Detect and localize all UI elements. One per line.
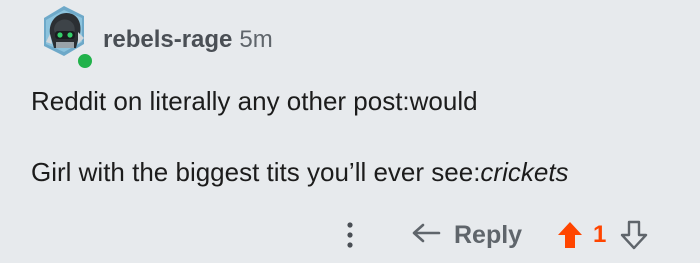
comment-body-line-2: Girl with the biggest tits you’ll ever s… [31,157,569,187]
more-options-icon[interactable] [340,220,360,250]
upvote-arrow-icon[interactable] [556,220,584,250]
comment-body-line-1: Reddit on literally any other post:would [31,86,478,116]
reply-label: Reply [454,220,523,249]
comment-body-line-2-text: Girl with the biggest tits you’ll ever s… [31,157,481,187]
avatar-image [44,6,84,56]
timestamp: 5m [239,26,273,53]
online-status-dot [75,51,95,71]
comment-action-bar: Reply 1 [0,218,700,252]
vote-count: 1 [593,221,607,248]
comment: rebels-rage 5m Reddit on literally any ot… [0,0,700,263]
reply-icon [410,218,444,253]
reply-button[interactable]: Reply [410,218,522,252]
avatar[interactable] [36,4,90,58]
comment-body-line-2-italic: crickets [480,157,569,187]
comment-meta: rebels-rage 5m [103,26,273,54]
username-link[interactable]: rebels-rage [103,26,232,53]
downvote-arrow-icon[interactable] [620,220,648,250]
